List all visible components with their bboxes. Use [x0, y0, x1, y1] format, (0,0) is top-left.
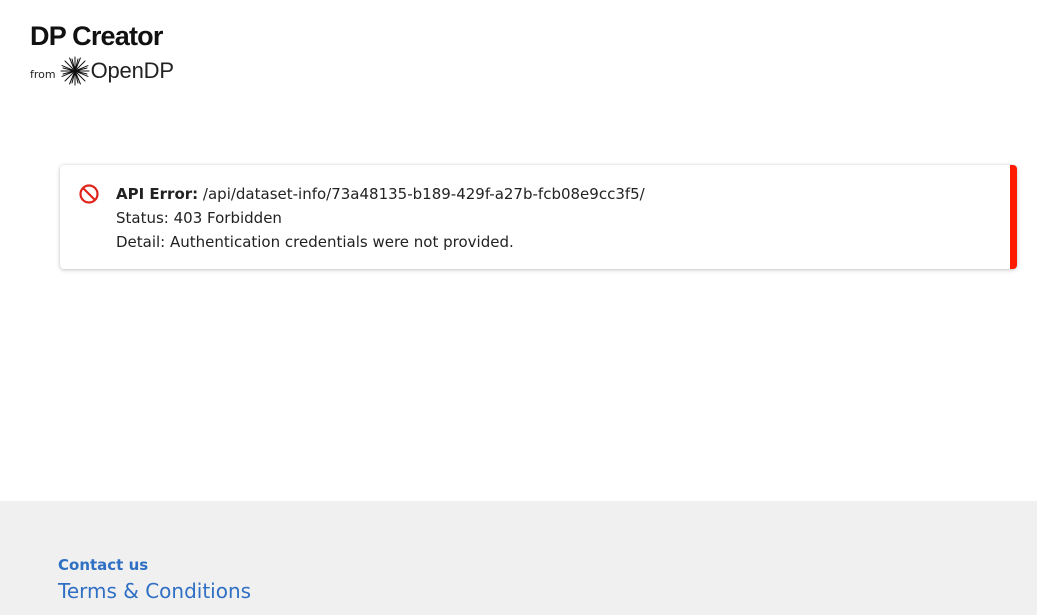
logo-subline: from OpenDP — [30, 56, 174, 86]
alert-message: API Error: /api/dataset-info/73a48135-b1… — [116, 182, 645, 254]
blocked-icon — [79, 184, 99, 204]
contact-us-link[interactable]: Contact us — [58, 556, 148, 574]
terms-conditions-link[interactable]: Terms & Conditions — [58, 579, 251, 603]
logo[interactable]: DP Creator from OpenDP — [30, 20, 174, 86]
alert-status-line: Status: 403 Forbidden — [116, 209, 282, 227]
api-error-alert: API Error: /api/dataset-info/73a48135-b1… — [60, 165, 1017, 269]
alert-error-line: API Error: /api/dataset-info/73a48135-b1… — [116, 182, 645, 206]
page: DP Creator from OpenDP API Error: /api/d… — [0, 0, 1037, 615]
burst-icon — [60, 56, 90, 86]
alert-error-label: API Error: — [116, 185, 199, 203]
logo-from-text: from — [30, 67, 56, 81]
footer: Contact us Terms & Conditions — [0, 501, 1037, 615]
alert-error-path: /api/dataset-info/73a48135-b189-429f-a27… — [198, 185, 645, 203]
logo-title: DP Creator — [30, 21, 163, 51]
alert-detail-line: Detail: Authentication credentials were … — [116, 233, 514, 251]
logo-opendp-text: OpenDP — [90, 58, 174, 83]
